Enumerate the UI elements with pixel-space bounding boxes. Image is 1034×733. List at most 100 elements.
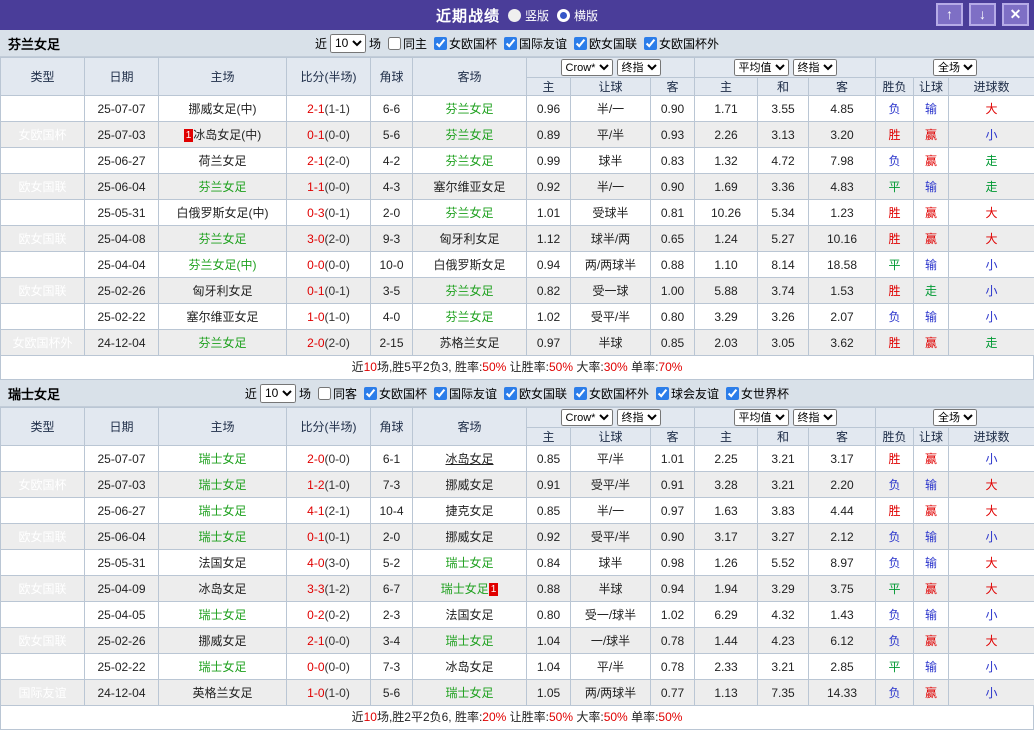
sub-header-4: 和 <box>757 77 809 96</box>
competition-checkbox[interactable] <box>433 386 447 400</box>
radio-horizontal-layout[interactable]: 横版 <box>557 7 598 24</box>
summary-segment: 10 <box>363 360 377 374</box>
handicap-away-odds: 0.78 <box>650 653 695 680</box>
score-cell: 0-0(0-0) <box>286 251 371 278</box>
recent-count-select[interactable]: 10 <box>329 33 366 53</box>
odds-source-select[interactable]: Crow* <box>560 409 613 426</box>
corner-score: 4-0 <box>370 303 413 330</box>
avg-away-odds: 4.85 <box>808 95 876 122</box>
score-cell: 2-1(0-0) <box>286 627 371 654</box>
handicap-line: 平/半 <box>570 653 651 680</box>
away-team-cell: 冰岛女足 <box>412 445 527 472</box>
away-team-name[interactable]: 冰岛女足 <box>445 452 493 466</box>
corner-score: 2-3 <box>370 601 413 628</box>
away-team-cell: 瑞士女足 1 <box>412 575 527 602</box>
odds-final-select[interactable]: 终指 <box>616 409 661 426</box>
avg-away-odds: 3.62 <box>808 329 876 356</box>
corner-score: 7-3 <box>370 653 413 680</box>
avg-source-select[interactable]: 平均值 <box>733 409 789 426</box>
scope-select[interactable]: 全场 <box>933 409 977 426</box>
avg-final-select[interactable]: 终指 <box>792 59 837 76</box>
result-handicap: 输 <box>913 471 949 498</box>
handicap-home-odds: 0.80 <box>526 601 571 628</box>
odds-source-select[interactable]: Crow* <box>560 59 613 76</box>
away-team-name: 芬兰女足 <box>445 128 494 142</box>
away-team-name: 挪威女足 <box>445 478 494 492</box>
radio-vertical-layout[interactable]: 竖版 <box>507 7 549 24</box>
avg-away-odds: 3.75 <box>808 575 876 602</box>
home-team: 冰岛女足 <box>198 582 246 596</box>
away-team-cell: 塞尔维亚女足 <box>412 173 527 200</box>
handicap-line: 受平/半 <box>570 471 651 498</box>
avg-away-odds: 18.58 <box>808 251 876 278</box>
score-cell: 4-0(3-0) <box>286 549 371 576</box>
competition-checkbox[interactable] <box>363 386 377 400</box>
handicap-home-odds: 0.97 <box>526 329 571 356</box>
sub-header-2: 客 <box>650 427 695 446</box>
header-select-group: Crow* 终指 <box>526 57 695 78</box>
handicap-line: 平/半 <box>570 121 651 148</box>
result-outcome: 胜 <box>875 497 914 524</box>
competition-checkbox[interactable] <box>574 386 588 400</box>
scroll-down-button[interactable]: ↓ <box>969 3 996 26</box>
avg-home-odds: 1.69 <box>694 173 758 200</box>
away-team-cell: 芬兰女足 <box>412 277 527 304</box>
home-team-cell: 芬兰女足(中) <box>158 251 287 278</box>
handicap-home-odds: 0.84 <box>526 549 571 576</box>
fulltime-score: 2-0 <box>307 451 325 466</box>
scope-select[interactable]: 全场 <box>933 59 977 76</box>
competition-checkbox[interactable] <box>574 36 588 50</box>
away-team-name: 苏格兰女足 <box>439 336 500 350</box>
section-summary: 近10场,胜2平2负6, 胜率:20% 让胜率:50% 大率:50% 单率:50… <box>0 706 1034 730</box>
away-team-cell: 瑞士女足 <box>412 679 527 706</box>
scroll-up-button[interactable]: ↑ <box>936 3 963 26</box>
result-outcome: 负 <box>875 523 914 550</box>
table-row: 欧女国联 25-06-04 瑞士女足 0-1(0-1) 2-0 挪威女足 0.92 受平/半 0… <box>0 523 1034 550</box>
halftime-score: (0-0) <box>324 451 350 466</box>
home-team-name: 芬兰女足(中) <box>188 258 257 272</box>
handicap-line: 半/一 <box>570 173 651 200</box>
competition-checkbox[interactable] <box>726 386 740 400</box>
competition-checkbox[interactable] <box>504 36 517 50</box>
handicap-away-odds: 0.77 <box>650 679 695 706</box>
same-home-checkbox[interactable] <box>387 36 401 50</box>
halftime-score: (1-1) <box>324 101 350 116</box>
odds-final-select[interactable]: 终指 <box>616 59 661 76</box>
avg-draw-odds: 4.72 <box>757 147 809 174</box>
table-row: 女欧国杯 25-07-03 1 冰岛女足(中) 0-1(0-0) 5-6 芬兰女足 0.89 平… <box>0 121 1034 148</box>
same-away-checkbox[interactable] <box>317 386 331 400</box>
recent-count-select[interactable]: 10 <box>259 383 296 403</box>
away-team-cell: 芬兰女足 <box>412 121 527 148</box>
handicap-line: 半球 <box>570 329 651 356</box>
halftime-score: (2-0) <box>324 335 350 350</box>
competition-checkbox[interactable] <box>504 386 517 400</box>
avg-home-odds: 1.26 <box>694 549 758 576</box>
away-team: 瑞士女足 1 <box>441 582 499 596</box>
competition-checkbox[interactable] <box>656 386 670 400</box>
result-outcome: 负 <box>875 549 914 576</box>
column-header-5: 客场 <box>412 57 527 96</box>
halftime-score: (2-1) <box>324 503 350 518</box>
avg-home-odds: 1.63 <box>694 497 758 524</box>
home-team-name: 法国女足 <box>198 556 247 570</box>
close-button[interactable]: ✕ <box>1002 3 1029 26</box>
column-header-0: 类型 <box>0 407 85 446</box>
avg-source-select[interactable]: 平均值 <box>733 59 789 76</box>
home-team: 瑞士女足 <box>198 478 246 492</box>
away-team[interactable]: 冰岛女足 <box>445 452 493 466</box>
result-handicap: 赢 <box>913 199 949 226</box>
match-type-badge: 国际友谊 <box>0 497 85 524</box>
home-team: 荷兰女足 <box>198 154 246 168</box>
handicap-away-odds: 0.85 <box>650 329 695 356</box>
titlebar-buttons: ↑ ↓ ✕ <box>936 3 1029 26</box>
handicap-home-odds: 0.91 <box>526 471 571 498</box>
avg-final-select[interactable]: 终指 <box>792 409 837 426</box>
away-team: 法国女足 <box>445 608 493 622</box>
away-team-name: 芬兰女足 <box>445 102 494 116</box>
competition-checkbox[interactable] <box>433 36 447 50</box>
titlebar: 近期战绩 竖版 横版 ↑ ↓ ✕ <box>0 0 1034 30</box>
competition-checkbox[interactable] <box>644 36 658 50</box>
radio-vertical-label: 竖版 <box>524 8 549 23</box>
result-outcome: 负 <box>875 471 914 498</box>
team-name: 瑞士女足 <box>8 386 61 402</box>
